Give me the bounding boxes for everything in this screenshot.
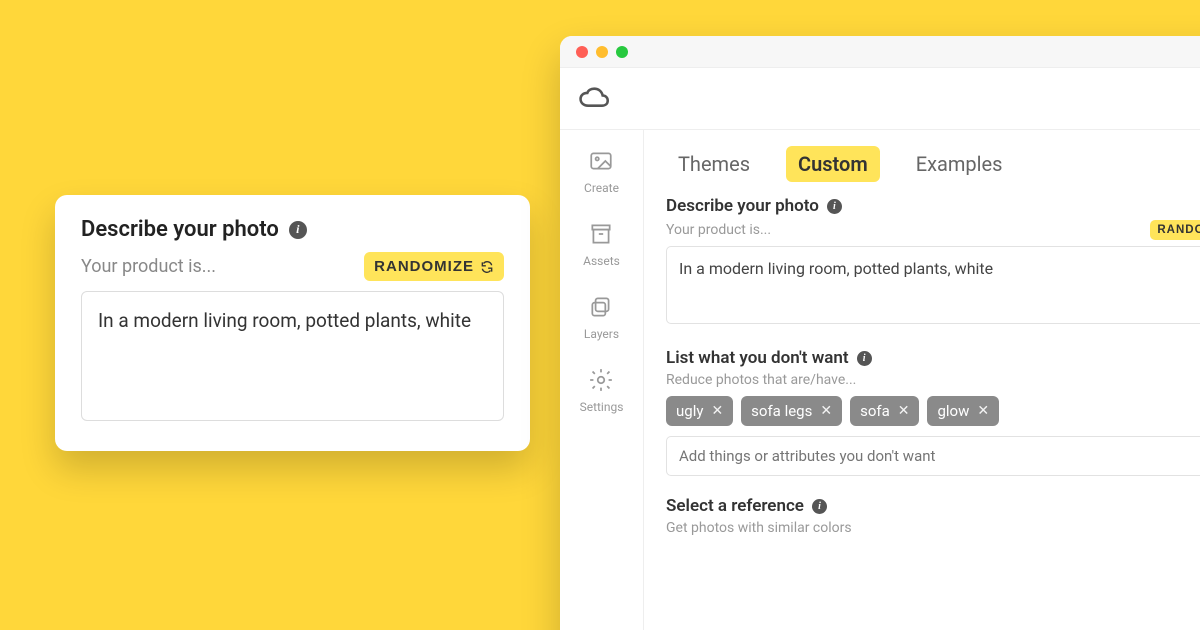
exclude-tags: ugly ✕ sofa legs ✕ sofa ✕ glow ✕ <box>666 396 1200 426</box>
remove-tag-icon[interactable]: ✕ <box>820 403 832 419</box>
remove-tag-icon[interactable]: ✕ <box>898 403 910 419</box>
exclude-tag: ugly ✕ <box>666 396 733 426</box>
remove-tag-icon[interactable]: ✕ <box>977 403 989 419</box>
tab-examples[interactable]: Examples <box>904 146 1015 182</box>
sidebar: Create Assets Layers Settings <box>560 130 644 630</box>
section-exclude-header: List what you don't want i <box>666 348 1200 368</box>
section-exclude: List what you don't want i Reduce photos… <box>666 348 1200 476</box>
prompt-textarea[interactable] <box>81 291 504 421</box>
sidebar-label-settings: Settings <box>580 400 624 414</box>
randomize-label: RANDOMIZE <box>374 258 474 275</box>
card-title: Describe your photo <box>81 217 279 242</box>
randomize-label-small: RANDOMIZE <box>1157 224 1200 236</box>
section-reference: Select a reference i Get photos with sim… <box>666 496 1200 536</box>
app-topbar <box>560 68 1200 130</box>
layers-icon <box>588 294 614 323</box>
prompt-textarea-small[interactable] <box>666 246 1200 324</box>
card-title-row: Describe your photo i <box>81 217 504 242</box>
info-icon[interactable]: i <box>289 221 307 239</box>
card-subrow: Your product is... RANDOMIZE <box>81 252 504 281</box>
gear-icon <box>588 367 614 396</box>
sidebar-item-assets[interactable]: Assets <box>583 221 620 268</box>
window-close-dot[interactable] <box>576 46 588 58</box>
add-exclude-input[interactable] <box>666 436 1200 476</box>
archive-icon <box>588 221 614 250</box>
app-window: Create Assets Layers Settings <box>560 36 1200 630</box>
window-titlebar <box>560 36 1200 68</box>
refresh-icon <box>480 260 494 274</box>
tab-themes[interactable]: Themes <box>666 146 762 182</box>
section-reference-hint: Get photos with similar colors <box>666 520 1200 536</box>
exclude-tag: sofa ✕ <box>850 396 919 426</box>
sidebar-item-create[interactable]: Create <box>584 148 619 195</box>
tag-label: glow <box>937 402 969 420</box>
sidebar-item-layers[interactable]: Layers <box>584 294 619 341</box>
section-describe-subrow: Your product is... RANDOMIZE <box>666 220 1200 240</box>
info-icon[interactable]: i <box>827 199 842 214</box>
tag-label: ugly <box>676 402 703 420</box>
exclude-tag: sofa legs ✕ <box>741 396 842 426</box>
section-reference-title: Select a reference <box>666 496 804 516</box>
window-minimize-dot[interactable] <box>596 46 608 58</box>
tag-label: sofa <box>860 402 890 420</box>
app-body: Create Assets Layers Settings <box>560 130 1200 630</box>
section-reference-header: Select a reference i <box>666 496 1200 516</box>
info-icon[interactable]: i <box>857 351 872 366</box>
image-icon <box>588 148 614 177</box>
tab-custom[interactable]: Custom <box>786 146 880 182</box>
section-describe: Describe your photo i Your product is...… <box>666 196 1200 328</box>
section-exclude-title: List what you don't want <box>666 348 849 368</box>
randomize-button[interactable]: RANDOMIZE <box>364 252 504 281</box>
tag-label: sofa legs <box>751 402 812 420</box>
card-hint: Your product is... <box>81 256 216 277</box>
describe-photo-card: Describe your photo i Your product is...… <box>55 195 530 451</box>
randomize-button-small[interactable]: RANDOMIZE <box>1150 220 1200 240</box>
cloud-logo-icon <box>578 87 612 111</box>
remove-tag-icon[interactable]: ✕ <box>711 403 723 419</box>
tabs: Themes Custom Examples <box>666 146 1200 182</box>
info-icon[interactable]: i <box>812 499 827 514</box>
section-exclude-hint: Reduce photos that are/have... <box>666 372 1200 388</box>
sidebar-label-assets: Assets <box>583 254 620 268</box>
main-panel: Themes Custom Examples Describe your pho… <box>644 130 1200 630</box>
sidebar-item-settings[interactable]: Settings <box>580 367 624 414</box>
section-describe-hint: Your product is... <box>666 222 771 238</box>
window-maximize-dot[interactable] <box>616 46 628 58</box>
sidebar-label-create: Create <box>584 181 619 195</box>
section-describe-title: Describe your photo <box>666 196 819 216</box>
section-describe-header: Describe your photo i <box>666 196 1200 216</box>
exclude-tag: glow ✕ <box>927 396 999 426</box>
sidebar-label-layers: Layers <box>584 327 619 341</box>
